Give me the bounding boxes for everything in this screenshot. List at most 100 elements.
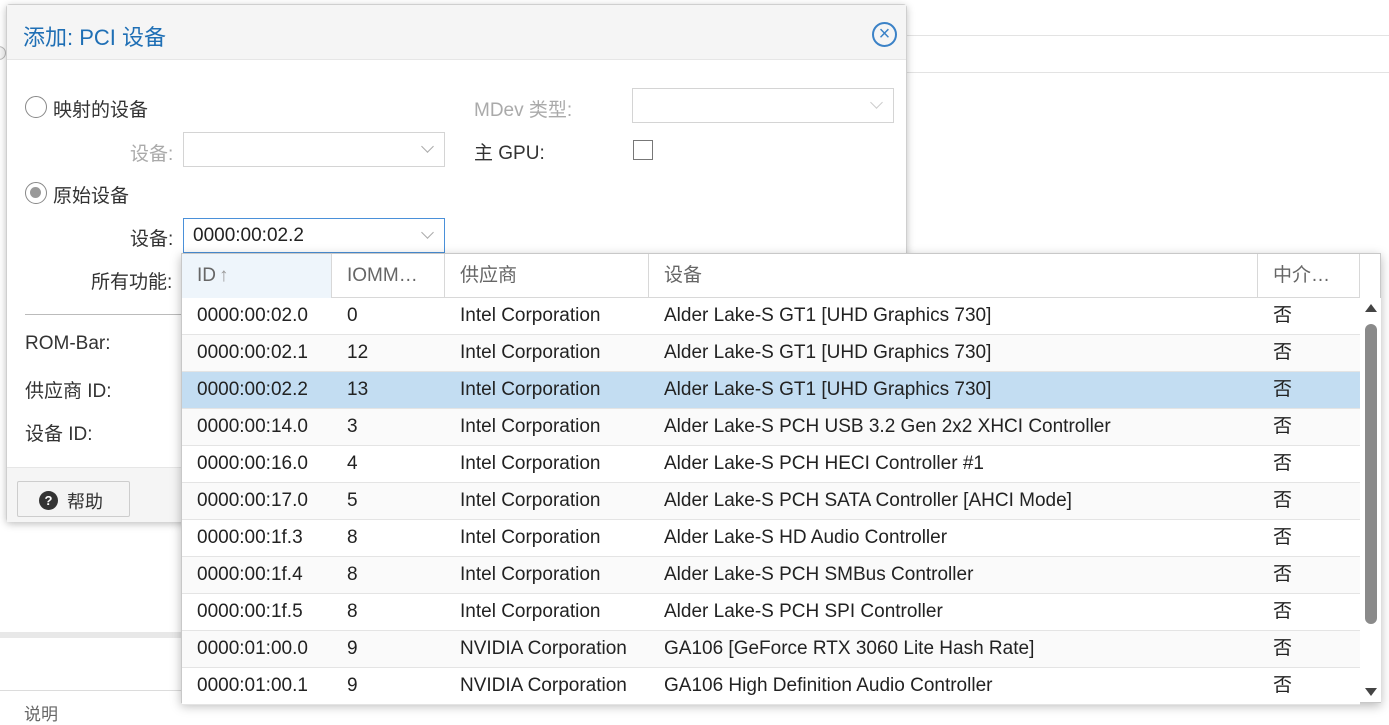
column-header-mdev-label: 中介… <box>1273 265 1331 286</box>
cell-device: Alder Lake-S PCH USB 3.2 Gen 2x2 XHCI Co… <box>664 416 1111 437</box>
mdev-type-label: MDev 类型: <box>474 100 573 121</box>
table-row[interactable]: 0000:00:16.0 4 Intel Corporation Alder L… <box>182 446 1360 483</box>
cell-vendor: Intel Corporation <box>460 601 601 622</box>
cell-id: 0000:00:1f.5 <box>197 601 303 622</box>
column-header-vendor[interactable]: 供应商 <box>445 254 649 298</box>
column-header-device-label: 设备 <box>664 265 703 286</box>
vertical-scrollbar[interactable] <box>1361 298 1381 702</box>
cell-vendor: Intel Corporation <box>460 379 601 400</box>
cell-id: 0000:00:02.2 <box>197 379 308 400</box>
cell-vendor: Intel Corporation <box>460 564 601 585</box>
cell-vendor: NVIDIA Corporation <box>460 638 627 659</box>
cell-mdev: 否 <box>1273 527 1293 548</box>
table-row[interactable]: 0000:00:1f.5 8 Intel Corporation Alder L… <box>182 594 1360 631</box>
raw-device-field-label: 设备: <box>130 229 174 250</box>
dialog-title: 添加: PCI 设备 <box>23 25 167 50</box>
help-button-label: 帮助 <box>67 492 103 512</box>
mapped-device-field-label: 设备: <box>130 144 174 165</box>
table-row-selected[interactable]: 0000:00:02.2 13 Intel Corporation Alder … <box>182 372 1360 409</box>
raw-device-value: 0000:00:02.2 <box>193 225 304 246</box>
cell-iommu: 12 <box>347 342 369 363</box>
table-row[interactable]: 0000:00:14.0 3 Intel Corporation Alder L… <box>182 409 1360 446</box>
all-functions-label: 所有功能: <box>91 272 173 293</box>
background-divider <box>905 72 1389 73</box>
scroll-up-arrow-icon[interactable] <box>1365 304 1377 312</box>
background-divider <box>0 690 182 691</box>
column-header-iommu[interactable]: IOMM… <box>332 254 445 298</box>
chevron-down-icon <box>421 140 434 153</box>
cell-iommu: 9 <box>347 675 358 696</box>
table-row[interactable]: 0000:01:00.0 9 NVIDIA Corporation GA106 … <box>182 631 1360 668</box>
cell-device: Alder Lake-S HD Audio Controller <box>664 527 948 548</box>
column-header-id[interactable]: ID ↑ <box>182 254 332 298</box>
cell-iommu: 8 <box>347 601 358 622</box>
chevron-down-icon <box>421 226 434 239</box>
cell-device: Alder Lake-S GT1 [UHD Graphics 730] <box>664 342 992 363</box>
mdev-type-combo[interactable] <box>632 88 894 123</box>
table-row[interactable]: 0000:00:1f.3 8 Intel Corporation Alder L… <box>182 520 1360 557</box>
primary-gpu-label: 主 GPU: <box>474 143 545 164</box>
background-divider <box>905 35 1389 36</box>
cell-mdev: 否 <box>1273 453 1293 474</box>
cell-device: Alder Lake-S PCH SATA Controller [AHCI M… <box>664 490 1072 511</box>
cell-mdev: 否 <box>1273 601 1293 622</box>
cell-mdev: 否 <box>1273 638 1293 659</box>
table-row[interactable]: 0000:01:00.1 9 NVIDIA Corporation GA106 … <box>182 668 1360 705</box>
cell-iommu: 5 <box>347 490 358 511</box>
cell-iommu: 4 <box>347 453 358 474</box>
raw-device-label: 原始设备 <box>53 186 130 207</box>
raw-device-radio[interactable] <box>25 182 47 204</box>
scrollbar-thumb[interactable] <box>1365 324 1377 624</box>
raw-device-combo[interactable]: 0000:00:02.2 <box>183 218 445 253</box>
cell-device: Alder Lake-S PCH SPI Controller <box>664 601 943 622</box>
cell-iommu: 13 <box>347 379 369 400</box>
cell-id: 0000:00:17.0 <box>197 490 308 511</box>
cell-id: 0000:00:14.0 <box>197 416 308 437</box>
device-id-label: 设备 ID: <box>25 424 93 445</box>
cell-mdev: 否 <box>1273 564 1293 585</box>
cell-device: GA106 [GeForce RTX 3060 Lite Hash Rate] <box>664 638 1035 659</box>
cell-iommu: 3 <box>347 416 358 437</box>
table-row[interactable]: 0000:00:02.1 12 Intel Corporation Alder … <box>182 335 1360 372</box>
mapped-device-label: 映射的设备 <box>53 100 149 121</box>
mapped-device-radio[interactable] <box>25 96 47 118</box>
cell-mdev: 否 <box>1273 379 1293 400</box>
column-header-mdev[interactable]: 中介… <box>1258 254 1360 298</box>
cell-vendor: Intel Corporation <box>460 416 601 437</box>
column-header-device[interactable]: 设备 <box>649 254 1258 298</box>
column-header-id-label: ID <box>197 265 216 286</box>
separator <box>25 314 190 315</box>
help-button[interactable]: ? 帮助 <box>17 481 130 517</box>
pci-device-picker-grid: ID ↑ IOMM… 供应商 设备 中介… 0000:00:02.0 0 Inte… <box>181 253 1381 705</box>
cell-iommu: 8 <box>347 564 358 585</box>
column-header-vendor-label: 供应商 <box>460 265 518 286</box>
table-row[interactable]: 0000:00:1f.4 8 Intel Corporation Alder L… <box>182 557 1360 594</box>
grid-header: ID ↑ IOMM… 供应商 设备 中介… <box>182 254 1360 298</box>
cell-id: 0000:00:1f.4 <box>197 564 303 585</box>
cell-iommu: 0 <box>347 305 358 326</box>
cell-id: 0000:01:00.1 <box>197 675 308 696</box>
chevron-down-icon <box>870 96 883 109</box>
table-row[interactable]: 0000:00:17.0 5 Intel Corporation Alder L… <box>182 483 1360 520</box>
cell-vendor: Intel Corporation <box>460 342 601 363</box>
cell-mdev: 否 <box>1273 675 1293 696</box>
table-row[interactable]: 0000:00:02.0 0 Intel Corporation Alder L… <box>182 298 1360 335</box>
question-icon: ? <box>39 491 58 510</box>
cell-id: 0000:01:00.0 <box>197 638 308 659</box>
mapped-device-combo[interactable] <box>183 132 445 167</box>
cell-mdev: 否 <box>1273 416 1293 437</box>
primary-gpu-checkbox[interactable] <box>633 140 653 160</box>
cell-id: 0000:00:1f.3 <box>197 527 303 548</box>
cell-device: Alder Lake-S PCH SMBus Controller <box>664 564 974 585</box>
vendor-id-label: 供应商 ID: <box>25 381 112 402</box>
close-icon[interactable]: × <box>872 22 897 47</box>
cell-mdev: 否 <box>1273 342 1293 363</box>
cell-iommu: 9 <box>347 638 358 659</box>
rombar-label: ROM-Bar: <box>25 333 111 354</box>
cell-device: Alder Lake-S PCH HECI Controller #1 <box>664 453 984 474</box>
cell-id: 0000:00:02.0 <box>197 305 308 326</box>
cell-vendor: Intel Corporation <box>460 490 601 511</box>
scroll-down-arrow-icon[interactable] <box>1365 688 1377 696</box>
cell-id: 0000:00:02.1 <box>197 342 308 363</box>
cell-vendor: Intel Corporation <box>460 453 601 474</box>
